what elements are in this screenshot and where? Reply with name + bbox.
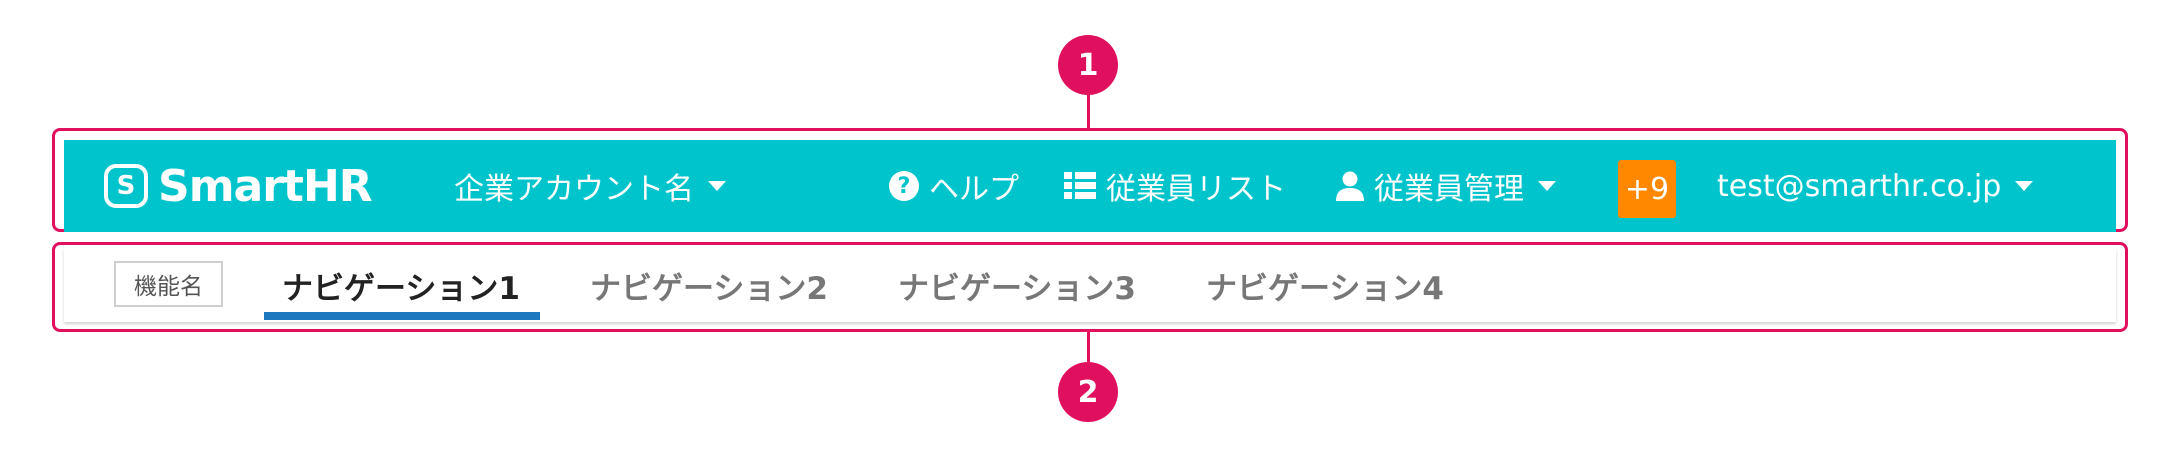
logo-text: SmartHR xyxy=(158,160,373,212)
question-circle-icon: ? xyxy=(889,171,919,201)
tab-navigation-3[interactable]: ナビゲーション3 xyxy=(898,248,1136,322)
notification-badge[interactable]: +9 xyxy=(1618,160,1676,218)
caret-down-icon xyxy=(1538,181,1556,191)
list-icon xyxy=(1064,172,1096,200)
smarthr-logo[interactable]: S SmartHR xyxy=(104,140,373,232)
smarthr-logo-icon: S xyxy=(104,164,148,208)
user-icon xyxy=(1336,171,1364,201)
feature-name-label: 機能名 xyxy=(114,261,223,307)
annotation-marker-1: 1 xyxy=(1058,35,1118,95)
annotation-connector-2 xyxy=(1087,332,1090,362)
user-email: test@smarthr.co.jp xyxy=(1717,168,2002,204)
help-link[interactable]: ? ヘルプ xyxy=(889,140,1019,232)
caret-down-icon xyxy=(2015,181,2034,191)
annotation-marker-2: 2 xyxy=(1058,362,1118,422)
active-tab-indicator xyxy=(264,312,540,320)
employee-manage-label: 従業員管理 xyxy=(1374,172,1524,207)
annotation-connector-1 xyxy=(1087,95,1090,131)
caret-down-icon xyxy=(708,181,726,191)
user-menu-dropdown[interactable]: test@smarthr.co.jp xyxy=(1717,140,2034,232)
app-navigation: 機能名 ナビゲーション1 ナビゲーション2 ナビゲーション3 ナビゲーション4 xyxy=(64,248,2116,322)
tab-navigation-1[interactable]: ナビゲーション1 xyxy=(282,248,520,322)
employee-list-label: 従業員リスト xyxy=(1106,172,1286,207)
help-label: ヘルプ xyxy=(929,172,1019,207)
tab-navigation-2[interactable]: ナビゲーション2 xyxy=(590,248,828,322)
tab-navigation-4[interactable]: ナビゲーション4 xyxy=(1206,248,1444,322)
employee-list-link[interactable]: 従業員リスト xyxy=(1064,140,1286,232)
account-dropdown[interactable]: 企業アカウント名 xyxy=(454,140,726,232)
employee-manage-dropdown[interactable]: 従業員管理 xyxy=(1336,140,1556,232)
global-header: S SmartHR 企業アカウント名 ? ヘルプ 従業員リスト 従業員管理 +9… xyxy=(64,140,2116,232)
account-name: 企業アカウント名 xyxy=(454,172,694,207)
